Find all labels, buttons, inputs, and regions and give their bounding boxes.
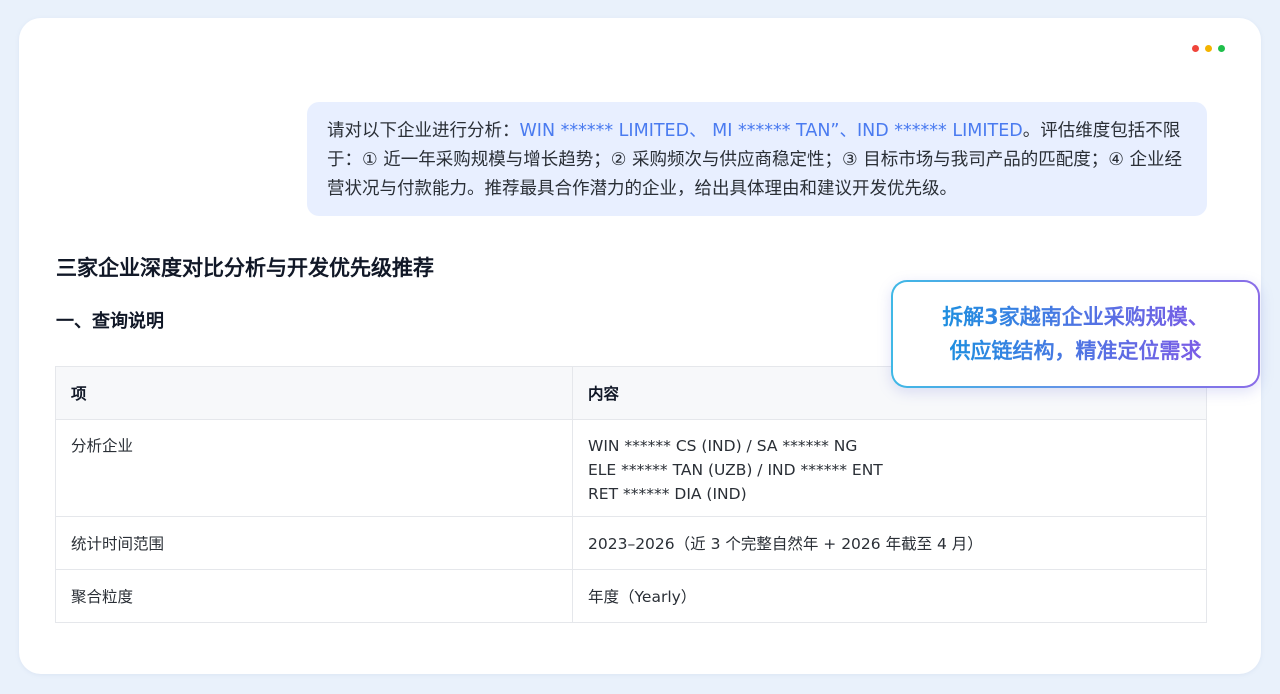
maximize-dot-icon[interactable] — [1218, 45, 1225, 52]
query-info-table: 项 内容 分析企业 WIN ****** CS (IND) / SA *****… — [55, 366, 1207, 623]
minimize-dot-icon[interactable] — [1205, 45, 1212, 52]
table-header-item: 项 — [55, 366, 573, 420]
query-companies: WIN ****** LIMITED、 MI ****** TAN”、IND *… — [519, 121, 1023, 141]
report-title: 三家企业深度对比分析与开发优先级推荐 — [56, 256, 434, 280]
highlight-callout: 拆解3家越南企业采购规模、 供应链结构，精准定位需求 — [891, 280, 1260, 388]
table-cell-item: 聚合粒度 — [55, 569, 573, 623]
table-row: 分析企业 WIN ****** CS (IND) / SA ****** NG … — [55, 419, 1207, 517]
table-row: 聚合粒度 年度（Yearly） — [55, 569, 1207, 623]
query-prefix: 请对以下企业进行分析： — [327, 121, 520, 141]
table-cell-item: 统计时间范围 — [55, 516, 573, 570]
close-dot-icon[interactable] — [1192, 45, 1199, 52]
table-cell-content: 年度（Yearly） — [572, 569, 1207, 623]
callout-line-1: 拆解3家越南企业采购规模、 — [942, 300, 1209, 334]
section-heading-query-info: 一、查询说明 — [56, 311, 164, 332]
table-row: 统计时间范围 2023–2026（近 3 个完整自然年 + 2026 年截至 4… — [55, 516, 1207, 570]
window-controls — [1192, 45, 1225, 52]
callout-line-2: 供应链结构，精准定位需求 — [950, 334, 1202, 368]
company-line: RET ****** DIA (IND) — [588, 485, 747, 503]
table-cell-item: 分析企业 — [55, 419, 573, 517]
table-cell-content: WIN ****** CS (IND) / SA ****** NG ELE *… — [572, 419, 1207, 517]
user-query-bubble: 请对以下企业进行分析：WIN ****** LIMITED、 MI ******… — [307, 102, 1207, 216]
company-line: WIN ****** CS (IND) / SA ****** NG — [588, 437, 858, 455]
company-line: ELE ****** TAN (UZB) / IND ****** ENT — [588, 461, 883, 479]
table-cell-content: 2023–2026（近 3 个完整自然年 + 2026 年截至 4 月） — [572, 516, 1207, 570]
